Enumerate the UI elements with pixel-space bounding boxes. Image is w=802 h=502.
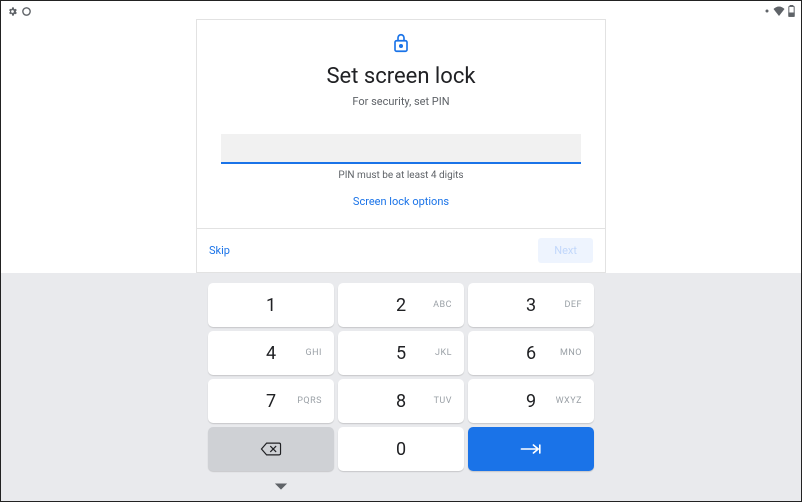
page-title: Set screen lock [326,64,475,89]
skip-button[interactable]: Skip [209,244,230,257]
set-screen-lock-card: Set screen lock For security, set PIN PI… [196,19,606,273]
key-3[interactable]: 3DEF [468,283,594,327]
keypad-row: 1 2ABC 3DEF [208,283,594,327]
status-right [764,5,795,17]
card-body: Set screen lock For security, set PIN PI… [197,20,605,228]
keypad-row: 0 [208,427,594,471]
enter-icon [519,442,543,456]
screen-lock-options-link[interactable]: Screen lock options [353,195,449,208]
card-footer: Skip Next [197,228,605,272]
keypad-row: 4GHI 5JKL 6MNO [208,331,594,375]
key-5[interactable]: 5JKL [338,331,464,375]
page-subtitle: For security, set PIN [352,95,449,108]
key-0[interactable]: 0 [338,427,464,471]
battery-icon [788,5,795,17]
collapse-keyboard-button[interactable] [271,477,291,497]
key-backspace[interactable] [208,427,334,471]
gear-icon [7,6,18,17]
keypad-row: 7PQRS 8TUV 9WXYZ [208,379,594,423]
key-6[interactable]: 6MNO [468,331,594,375]
lock-icon [392,32,410,58]
key-8[interactable]: 8TUV [338,379,464,423]
wifi-icon [773,6,785,16]
key-enter[interactable] [468,427,594,471]
chevron-down-icon [274,482,288,492]
key-2[interactable]: 2ABC [338,283,464,327]
screen: Set screen lock For security, set PIN PI… [0,0,802,502]
circle-icon [21,6,32,17]
status-bar [1,1,801,21]
key-4[interactable]: 4GHI [208,331,334,375]
key-1[interactable]: 1 [208,283,334,327]
pin-hint: PIN must be at least 4 digits [338,170,463,181]
status-left [7,6,32,17]
numeric-keypad: 1 2ABC 3DEF 4GHI 5JKL 6MNO 7PQRS 8TUV 9W… [208,283,594,475]
key-7[interactable]: 7PQRS [208,379,334,423]
key-9[interactable]: 9WXYZ [468,379,594,423]
next-button: Next [538,238,593,263]
pin-input[interactable] [221,134,581,164]
dot-icon [764,8,770,14]
backspace-icon [260,441,282,457]
